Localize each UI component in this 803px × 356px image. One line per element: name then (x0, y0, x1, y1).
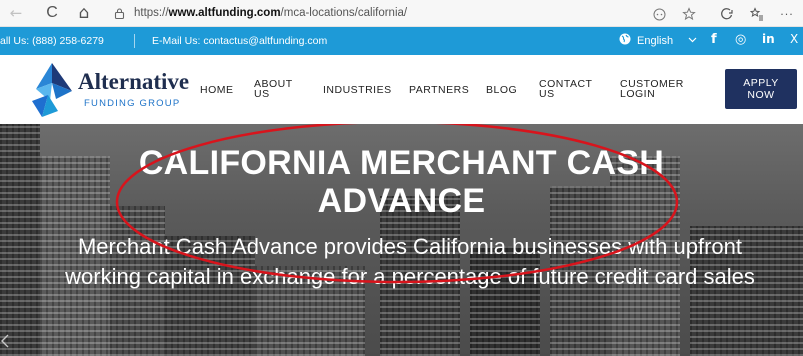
nav-blog[interactable]: BLOG (486, 85, 517, 96)
nav-partners[interactable]: PARTNERS (409, 85, 469, 96)
nav-industries[interactable]: INDUSTRIES (323, 85, 392, 96)
language-selector[interactable]: English (619, 33, 673, 48)
apply-line1: APPLY (743, 77, 779, 89)
more-menu-icon[interactable]: ··· (775, 2, 799, 26)
home-icon[interactable]: ⌂ (72, 1, 96, 25)
url-prefix: https:// (134, 7, 169, 19)
nav-customer-login[interactable]: CUSTOMER LOGIN (620, 79, 684, 100)
lock-icon (112, 6, 126, 20)
hero-banner: CALIFORNIA MERCHANT CASH ADVANCE Merchan… (0, 124, 803, 356)
nav-contact-line2: US (539, 88, 555, 100)
nav-login-line2: LOGIN (620, 88, 656, 100)
nav-contact-us[interactable]: CONTACT US (539, 79, 592, 100)
address-bar[interactable]: https://www.altfunding.com/mca-locations… (112, 3, 692, 23)
top-info-bar: all Us: (888) 258-6279 E-Mail Us: contac… (0, 27, 803, 55)
nav-about-line2: US (254, 88, 270, 100)
nav-home[interactable]: HOME (200, 85, 234, 96)
back-arrow-icon[interactable]: ← (4, 1, 28, 25)
globe-icon (619, 33, 631, 48)
email-contact[interactable]: E-Mail Us: contactus@altfunding.com (152, 35, 327, 47)
logo-tagline: FUNDING GROUP (84, 98, 181, 109)
nav-about-us[interactable]: ABOUT US (254, 79, 293, 100)
favorite-star-icon[interactable] (677, 2, 701, 26)
browser-toolbar: ← C ⌂ https://www.altfunding.com/mca-loc… (0, 0, 803, 27)
linkedin-icon[interactable]: in (762, 32, 775, 46)
facebook-icon[interactable]: f (711, 32, 717, 47)
phone-contact[interactable]: all Us: (888) 258-6279 (0, 35, 104, 47)
favorites-list-icon[interactable] (745, 2, 769, 26)
refresh-icon[interactable]: C (40, 1, 64, 25)
language-label: English (637, 34, 674, 47)
logo-wordmark[interactable]: Alternative (78, 69, 189, 95)
annotation-ellipse (115, 124, 679, 284)
scroll-left-arrow-icon (0, 333, 10, 353)
info-divider (134, 34, 135, 48)
reader-icon[interactable] (647, 2, 671, 26)
apply-line2: NOW (747, 89, 775, 101)
apply-now-button[interactable]: APPLY NOW (725, 69, 797, 109)
collections-icon[interactable] (715, 2, 739, 26)
url-host: www.altfunding.com (168, 7, 281, 19)
site-header: Alternative FUNDING GROUP HOME ABOUT US … (0, 55, 803, 124)
instagram-icon[interactable]: ◎ (735, 32, 746, 47)
logo-mark-icon[interactable] (30, 61, 74, 119)
url-path: /mca-locations/california/ (280, 7, 408, 19)
x-twitter-icon[interactable]: X (790, 32, 798, 46)
chevron-down-icon[interactable] (688, 35, 697, 46)
